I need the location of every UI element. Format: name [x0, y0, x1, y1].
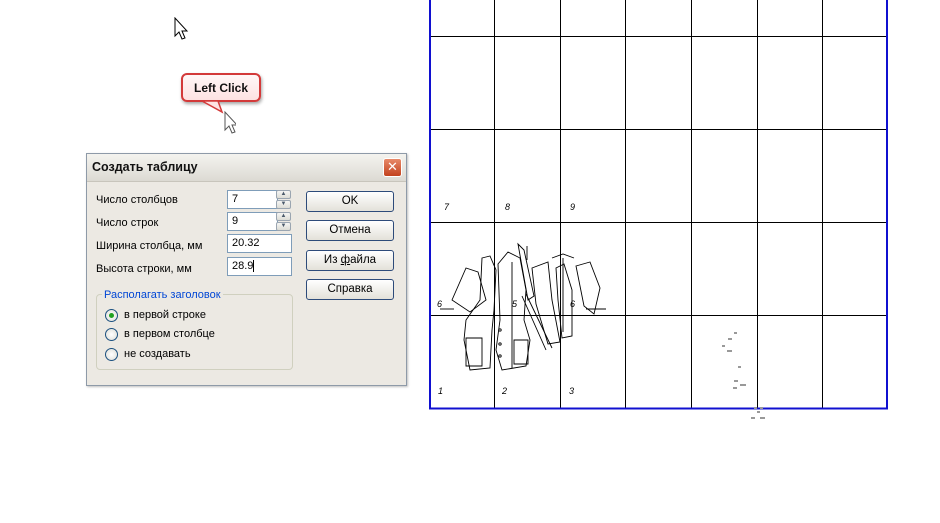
cell-number: 9 [570, 202, 575, 212]
columns-label: Число столбцов [96, 194, 178, 206]
dotted-marks [722, 332, 765, 419]
from-file-label-start: Из [323, 254, 341, 266]
cell-number: 6 [437, 299, 442, 309]
mouse-pointer-icon [174, 17, 189, 40]
from-file-accelerator: ф [340, 254, 351, 266]
columns-stepper[interactable]: ▲ ▼ [276, 190, 291, 209]
cell-number: 3 [569, 386, 574, 396]
close-button[interactable]: ✕ [383, 158, 402, 177]
dialog-title: Создать таблицу [92, 160, 198, 174]
cell-number: 6 [570, 299, 575, 309]
row-height-label: Высота строки, мм [96, 263, 192, 275]
cell-number: 7 [444, 202, 450, 212]
radio-first-column[interactable]: в первом столбце [105, 327, 215, 341]
cell-number: 1 [438, 386, 443, 396]
radio-unchecked-icon[interactable] [105, 327, 118, 341]
from-file-button[interactable]: Из файла [306, 250, 394, 271]
help-button[interactable]: Справка [306, 279, 394, 300]
rows-input[interactable]: 9 [227, 212, 278, 231]
radio-label: в первой строке [124, 309, 206, 321]
columns-input[interactable]: 7 [227, 190, 278, 209]
rows-stepper[interactable]: ▲ ▼ [276, 212, 291, 231]
tooltip-tail-icon [201, 100, 236, 134]
table-border [429, 0, 888, 410]
radio-label: в первом столбце [124, 328, 215, 340]
tooltip-label: Left Click [193, 80, 248, 95]
radio-unchecked-icon[interactable] [105, 347, 118, 361]
spin-down-icon[interactable]: ▼ [276, 222, 291, 231]
spin-up-icon[interactable]: ▲ [276, 212, 291, 221]
radio-checked-icon[interactable] [105, 308, 118, 322]
garment-pattern [440, 242, 606, 371]
table-grid [430, 0, 886, 408]
radio-label: не создавать [124, 348, 191, 360]
cell-number: 5 [512, 299, 518, 309]
cell-number: 2 [501, 386, 507, 396]
dialog-titlebar[interactable]: Создать таблицу ✕ [87, 154, 406, 182]
cell-number: 8 [505, 202, 510, 212]
header-placement-legend: Располагать заголовок [102, 289, 223, 301]
column-width-label: Ширина столбца, мм [96, 240, 203, 252]
radio-none[interactable]: не создавать [105, 347, 191, 361]
close-icon: ✕ [387, 160, 398, 175]
ok-button[interactable]: OK [306, 191, 394, 212]
rows-label: Число строк [96, 217, 159, 229]
radio-first-row[interactable]: в первой строке [105, 308, 206, 322]
cell-numbers: 7 8 9 6 5 6 1 2 3 [437, 202, 575, 396]
row-height-value: 28.9 [232, 260, 254, 272]
create-table-dialog: Создать таблицу ✕ Число столбцов 7 ▲ ▼ Ч… [86, 153, 407, 386]
row-height-input[interactable]: 28.9 [227, 257, 292, 276]
spin-up-icon[interactable]: ▲ [276, 190, 291, 199]
column-width-input[interactable]: 20.32 [227, 234, 292, 253]
cancel-button[interactable]: Отмена [306, 220, 394, 241]
left-click-tooltip: Left Click [181, 73, 261, 102]
spin-down-icon[interactable]: ▼ [276, 200, 291, 209]
from-file-label-end: айла [350, 254, 377, 266]
